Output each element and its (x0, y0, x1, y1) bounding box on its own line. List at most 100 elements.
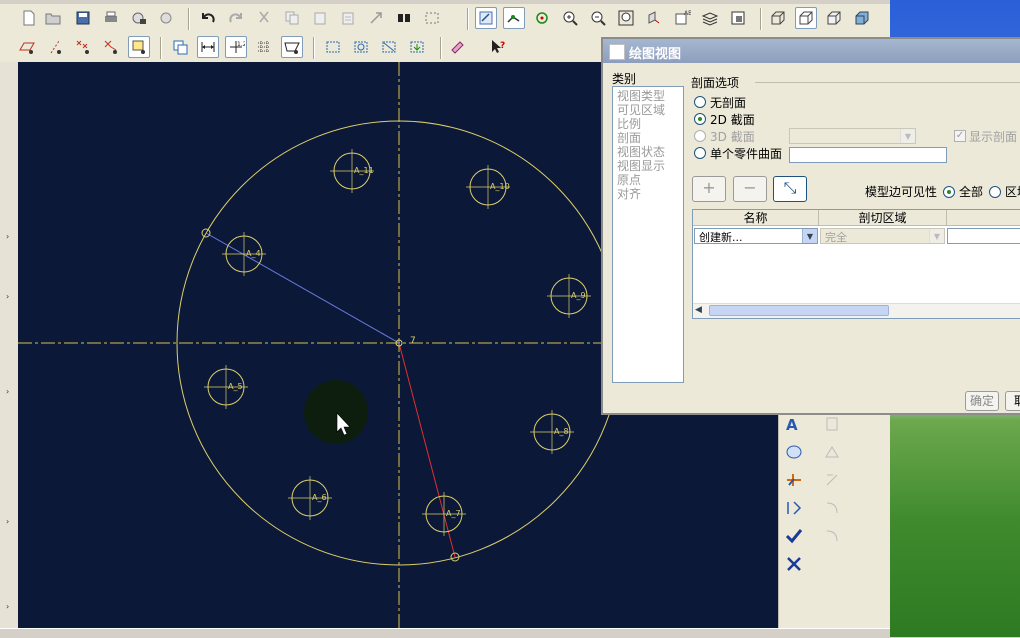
dialog-title-bar[interactable]: 绘图视图 (603, 39, 1020, 63)
cut-icon[interactable] (253, 7, 275, 29)
scroll-left-icon[interactable]: ◀ (695, 305, 707, 316)
section-3d-select[interactable]: ▼ (789, 128, 916, 144)
horizontal-scrollbar[interactable]: ◀ (693, 303, 1020, 318)
accept-icon[interactable] (781, 524, 807, 548)
dimension-icon[interactable] (197, 36, 219, 58)
layers-icon[interactable] (699, 7, 721, 29)
cancel-icon[interactable] (781, 552, 807, 576)
single-surface-field[interactable] (789, 147, 947, 163)
new-file-icon[interactable] (18, 7, 40, 29)
category-item[interactable]: 对齐 (617, 185, 641, 202)
flip-direction-button[interactable]: ⤡ (773, 176, 807, 202)
orient-icon[interactable] (643, 7, 665, 29)
ordinate-dimension-icon[interactable]: 1.2 (225, 36, 247, 58)
expand-arrow-icon[interactable]: › (6, 232, 12, 241)
paste-special-icon[interactable] (337, 7, 359, 29)
view-manager-icon[interactable] (727, 7, 749, 29)
named-view-icon[interactable]: AB (671, 7, 693, 29)
bolt-hole[interactable]: A_8 (530, 410, 574, 454)
symbol-icon[interactable] (781, 468, 807, 492)
wireframe-icon[interactable] (767, 7, 789, 29)
paste-icon[interactable] (309, 7, 331, 29)
datum-display-icon[interactable] (503, 7, 525, 29)
dialog-app-icon (609, 44, 625, 60)
select-box-icon[interactable] (421, 7, 443, 29)
expand-arrow-icon[interactable]: › (6, 387, 12, 396)
ok-button[interactable]: 确定 (965, 391, 999, 411)
bolt-hole[interactable]: A_11 (330, 149, 374, 193)
category-list[interactable]: 视图类型 可见区域 比例 剖面 视图状态 视图显示 原点 对齐 (612, 86, 684, 383)
section-2d-radio[interactable] (694, 113, 706, 125)
open-folder-icon[interactable] (42, 7, 64, 29)
repaint-icon[interactable] (475, 7, 497, 29)
note-icon[interactable]: A (781, 412, 807, 436)
expand-arrow-icon[interactable]: › (6, 517, 12, 526)
left-splitter[interactable]: › › › › › (0, 62, 19, 637)
point-display-icon[interactable] (72, 36, 94, 58)
zoom-out-icon[interactable] (587, 7, 609, 29)
bolt-hole[interactable]: A_9 (547, 274, 591, 318)
add-row-button[interactable]: + (692, 176, 726, 202)
redo-icon[interactable] (225, 7, 247, 29)
bolt-hole[interactable]: A_7 (422, 492, 466, 536)
show-section-checkbox[interactable]: ✓ (954, 130, 966, 142)
visibility-all-radio[interactable] (943, 186, 955, 198)
hidden-line-icon[interactable] (795, 7, 817, 29)
context-help-icon[interactable]: ? (487, 36, 509, 58)
model-edge-visibility-label: 模型边可见性 (865, 185, 938, 199)
note-icon[interactable] (281, 36, 303, 58)
save-icon[interactable] (72, 7, 94, 29)
expand-arrow-icon[interactable]: › (6, 602, 12, 611)
cut-area-select[interactable]: 完全 ▼ (820, 228, 945, 244)
find-icon[interactable] (393, 7, 415, 29)
print-icon[interactable] (100, 7, 122, 29)
disabled-tool-icon (819, 412, 845, 436)
format-icon[interactable] (447, 36, 469, 58)
no-section-radio[interactable] (694, 96, 706, 108)
table-icon[interactable] (253, 36, 275, 58)
balloon-icon[interactable] (781, 440, 807, 464)
remove-row-button[interactable]: − (733, 176, 767, 202)
erase-icon[interactable] (156, 7, 178, 29)
regenerate-icon[interactable] (365, 7, 387, 29)
refresh-sheet-icon[interactable] (169, 36, 191, 58)
bolt-hole[interactable]: A_10 (466, 165, 510, 209)
hole-label: A_6 (312, 493, 327, 502)
section-3d-radio[interactable] (694, 130, 706, 142)
single-surface-radio[interactable] (694, 147, 706, 159)
column-header-extra[interactable] (947, 210, 1020, 226)
move-view-icon[interactable] (406, 36, 428, 58)
refit-icon[interactable] (615, 7, 637, 29)
column-header-cut-area[interactable]: 剖切区域 (819, 210, 947, 226)
datum-axis-display-icon[interactable] (44, 36, 66, 58)
shading-icon[interactable] (851, 7, 873, 29)
zoom-in-icon[interactable] (559, 7, 581, 29)
annotation-display-icon[interactable] (128, 36, 150, 58)
no-hidden-icon[interactable] (823, 7, 845, 29)
show-annotations-icon[interactable] (322, 36, 344, 58)
svg-text:AB: AB (684, 10, 691, 17)
svg-text:?: ? (500, 41, 505, 51)
visibility-all-label: 全部 (959, 185, 984, 199)
spin-center-icon[interactable] (531, 7, 553, 29)
copy-icon[interactable] (281, 7, 303, 29)
column-header-name[interactable]: 名称 (693, 210, 819, 226)
svg-text:A: A (786, 416, 798, 434)
bolt-hole[interactable]: A_4 (222, 232, 266, 276)
datum-plane-display-icon[interactable] (16, 36, 38, 58)
snap-icon[interactable] (378, 36, 400, 58)
single-surface-label: 单个零件曲面 (710, 147, 783, 161)
section-name-select[interactable]: 创建新... ▼ (694, 228, 818, 244)
bolt-hole[interactable]: A_6 (288, 476, 332, 520)
datum-target-icon[interactable] (781, 496, 807, 520)
detail-item-icon[interactable] (350, 36, 372, 58)
csys-display-icon[interactable] (100, 36, 122, 58)
extra-field[interactable] (947, 228, 1020, 244)
visibility-area-radio[interactable] (989, 186, 1001, 198)
scrollbar-thumb[interactable] (709, 305, 889, 316)
bolt-hole[interactable]: A_5 (204, 365, 248, 409)
lock-file-icon[interactable] (128, 7, 150, 29)
expand-arrow-icon[interactable]: › (6, 292, 12, 301)
undo-icon[interactable] (197, 7, 219, 29)
cancel-button[interactable]: 取 (1005, 391, 1020, 411)
